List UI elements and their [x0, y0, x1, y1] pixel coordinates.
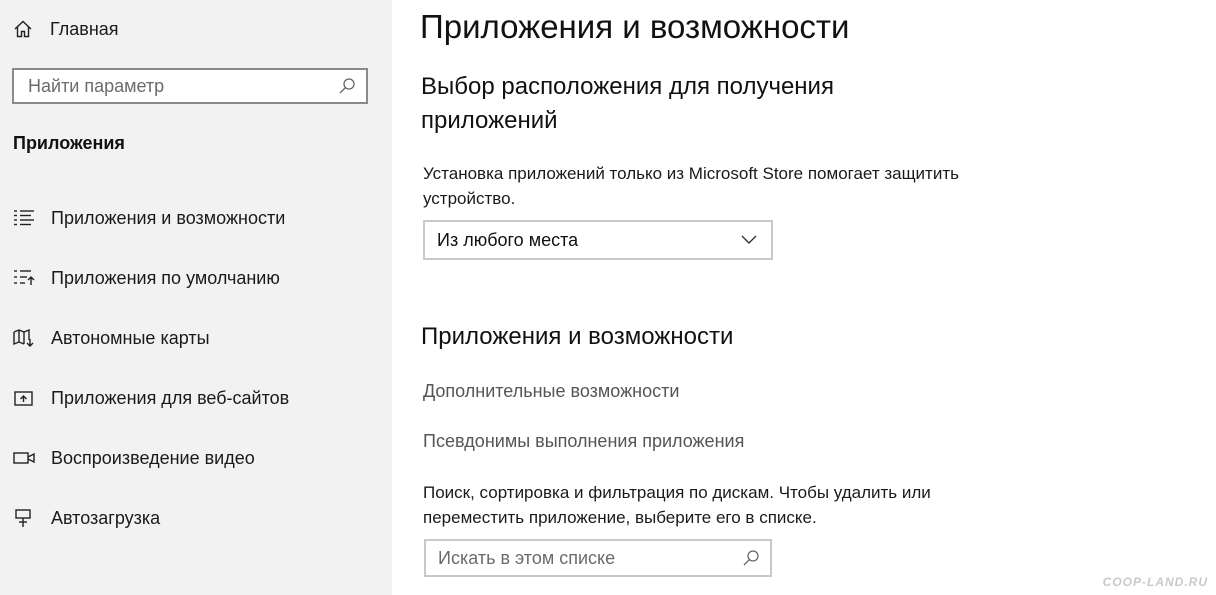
sidebar-item-apps-features[interactable]: Приложения и возможности: [0, 188, 392, 248]
sidebar-item-label: Приложения и возможности: [51, 207, 286, 228]
sidebar-item-startup[interactable]: Автозагрузка: [0, 488, 392, 548]
settings-search-box[interactable]: [12, 68, 368, 104]
home-label: Главная: [50, 18, 119, 39]
sidebar-item-label: Воспроизведение видео: [51, 447, 255, 468]
apps-list-search-box[interactable]: [424, 539, 772, 577]
home-link[interactable]: Главная: [12, 14, 119, 44]
startup-icon: [12, 507, 36, 529]
home-icon: [12, 18, 34, 40]
app-execution-aliases-link[interactable]: Псевдонимы выполнения приложения: [423, 431, 744, 452]
offline-maps-icon: [12, 327, 36, 349]
video-playback-icon: [12, 447, 36, 469]
sidebar: Главная Приложения Приложения и возможно…: [0, 0, 392, 595]
sidebar-item-video-playback[interactable]: Воспроизведение видео: [0, 428, 392, 488]
install-source-dropdown[interactable]: Из любого места: [423, 220, 773, 260]
apps-section-title: Приложения и возможности: [421, 323, 734, 350]
search-icon[interactable]: [336, 75, 358, 97]
settings-search-input[interactable]: [14, 74, 336, 98]
sidebar-item-label: Автозагрузка: [51, 507, 161, 528]
default-apps-icon: [12, 267, 36, 289]
sidebar-item-apps-for-websites[interactable]: Приложения для веб-сайтов: [0, 368, 392, 428]
sidebar-item-label: Автономные карты: [51, 327, 210, 348]
install-description: Установка приложений только из Microsoft…: [423, 164, 959, 208]
apps-for-websites-icon: [12, 387, 36, 409]
optional-features-link[interactable]: Дополнительные возможности: [423, 381, 679, 402]
sidebar-item-label: Приложения по умолчанию: [51, 267, 280, 288]
sidebar-item-label: Приложения для веб-сайтов: [51, 387, 290, 408]
watermark: COOP-LAND.RU: [1102, 575, 1208, 589]
page-title: Приложения и возможности: [420, 8, 850, 45]
apps-list-description: Поиск, сортировка и фильтрация по дискам…: [423, 483, 931, 527]
search-icon[interactable]: [740, 547, 762, 569]
sidebar-nav: Приложения и возможности Приложения по у…: [0, 188, 392, 548]
apps-list-search-input[interactable]: [426, 546, 740, 570]
install-section-title: Выбор расположения для получения приложе…: [421, 73, 834, 134]
chevron-down-icon: [739, 235, 759, 245]
sidebar-item-offline-maps[interactable]: Автономные карты: [0, 308, 392, 368]
apps-features-icon: [12, 207, 36, 229]
sidebar-section-title: Приложения: [13, 133, 125, 153]
install-source-value: Из любого места: [437, 229, 579, 250]
sidebar-item-default-apps[interactable]: Приложения по умолчанию: [0, 248, 392, 308]
